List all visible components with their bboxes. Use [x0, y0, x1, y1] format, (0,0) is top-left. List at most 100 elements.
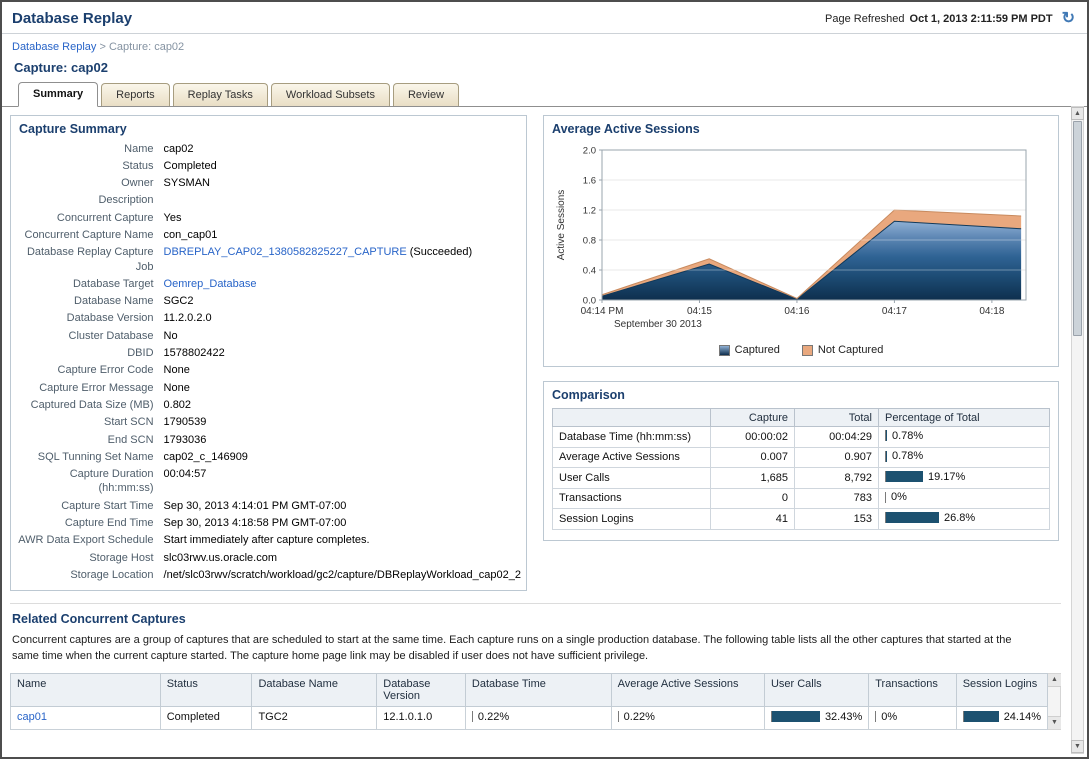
tab-reports[interactable]: Reports	[101, 83, 170, 106]
percentage-bar: 0.78%	[885, 450, 923, 462]
comparison-cell: Transactions	[553, 488, 711, 509]
svg-text:1.2: 1.2	[583, 206, 596, 217]
summary-row-database-target: Database TargetOemrep_Database	[11, 275, 526, 292]
table-scrollbar[interactable]: ▲ ▼	[1048, 673, 1061, 731]
field-value: cap02	[159, 140, 526, 157]
field-label: End SCN	[11, 431, 159, 448]
summary-row-capture-end-time: Capture End TimeSep 30, 2013 4:18:58 PM …	[11, 515, 526, 532]
field-value: None	[159, 362, 526, 379]
table-scrollbar-down-icon[interactable]: ▼	[1048, 716, 1061, 729]
related-col-average-active-sessions: Average Active Sessions	[611, 673, 764, 706]
comparison-panel: Comparison CaptureTotalPercentage of Tot…	[543, 381, 1059, 541]
summary-row-captured-data-size-mb: Captured Data Size (MB)0.802	[11, 396, 526, 413]
field-label: Database Name	[11, 293, 159, 310]
comparison-cell: 0.907	[795, 447, 879, 468]
field-value: 0.802	[159, 396, 526, 413]
comparison-row-session-logins: Session Logins4115326.8%	[553, 509, 1050, 530]
table-scrollbar-up-icon[interactable]: ▲	[1048, 674, 1061, 687]
capture-link-cap01[interactable]: cap01	[17, 711, 47, 723]
field-label: Capture Duration (hh:mm:ss)	[11, 466, 159, 498]
legend-swatch-not-captured-icon	[802, 345, 813, 356]
summary-row-capture-error-message: Capture Error MessageNone	[11, 379, 526, 396]
app-title: Database Replay	[12, 10, 132, 27]
comparison-col-percentage-of-total: Percentage of Total	[879, 409, 1050, 427]
percentage-bar: 19.17%	[885, 471, 965, 483]
related-col-database-version: Database Version	[377, 673, 466, 706]
related-col-name: Name	[11, 673, 161, 706]
field-value: /net/slc03rwv/scratch/workload/gc2/captu…	[159, 566, 526, 583]
field-label: Status	[11, 157, 159, 174]
summary-row-capture-start-time: Capture Start TimeSep 30, 2013 4:14:01 P…	[11, 497, 526, 514]
summary-row-name: Namecap02	[11, 140, 526, 157]
breadcrumb-link-database-replay[interactable]: Database Replay	[12, 41, 96, 53]
comparison-cell: 0.007	[711, 447, 795, 468]
field-value: Start immediately after capture complete…	[159, 532, 526, 549]
comparison-cell: 19.17%	[879, 468, 1050, 489]
field-value: Sep 30, 2013 4:14:01 PM GMT-07:00	[159, 497, 526, 514]
comparison-cell: User Calls	[553, 468, 711, 489]
field-value: Yes	[159, 209, 526, 226]
table-scrollbar-track[interactable]	[1048, 687, 1060, 717]
comparison-row-user-calls: User Calls1,6858,79219.17%	[553, 468, 1050, 489]
capture-summary-panel: Capture Summary Namecap02StatusCompleted…	[10, 115, 527, 591]
related-col-transactions: Transactions	[869, 673, 956, 706]
related-col-user-calls: User Calls	[764, 673, 868, 706]
average-active-sessions-chart: 0.00.40.81.21.62.004:14 PM04:1504:1604:1…	[552, 142, 1045, 336]
field-value	[159, 192, 526, 209]
refresh-icon[interactable]: ↻	[1062, 11, 1075, 27]
field-label: Concurrent Capture	[11, 209, 159, 226]
tab-workload-subsets[interactable]: Workload Subsets	[271, 83, 390, 106]
comparison-cell: 00:00:02	[711, 427, 795, 448]
average-active-sessions-panel: Average Active Sessions 0.00.40.81.21.62…	[543, 115, 1059, 367]
field-label: Storage Location	[11, 566, 159, 583]
scrollbar-thumb[interactable]	[1073, 121, 1082, 336]
field-label: Cluster Database	[11, 327, 159, 344]
summary-row-dbid: DBID1578802422	[11, 345, 526, 362]
comparison-col-capture: Capture	[711, 409, 795, 427]
field-label: Owner	[11, 175, 159, 192]
percentage-bar: 0.22%	[618, 711, 655, 723]
legend-swatch-captured-icon	[719, 345, 730, 356]
svg-text:04:17: 04:17	[882, 306, 907, 317]
comparison-row-average-active-sessions: Average Active Sessions0.0070.907 0.78%	[553, 447, 1050, 468]
capture-summary-title: Capture Summary	[11, 116, 526, 140]
average-active-sessions-title: Average Active Sessions	[544, 116, 1058, 140]
related-captures-table: NameStatusDatabase NameDatabase VersionD…	[10, 673, 1048, 731]
link-dbreplay-cap02-1380582825227-capture[interactable]: DBREPLAY_CAP02_1380582825227_CAPTURE	[164, 246, 407, 258]
scrollbar-up-icon[interactable]: ▲	[1071, 107, 1084, 120]
svg-text:2.0: 2.0	[583, 146, 596, 157]
related-col-database-time: Database Time	[465, 673, 611, 706]
capture-summary-table: Namecap02StatusCompletedOwnerSYSMANDescr…	[11, 140, 526, 584]
summary-row-status: StatusCompleted	[11, 157, 526, 174]
comparison-cell: Database Time (hh:mm:ss)	[553, 427, 711, 448]
field-value: 00:04:57	[159, 466, 526, 498]
summary-row-capture-error-code: Capture Error CodeNone	[11, 362, 526, 379]
tab-review[interactable]: Review	[393, 83, 459, 106]
percentage-bar: 0%	[875, 711, 897, 723]
comparison-cell: Average Active Sessions	[553, 447, 711, 468]
chart-legend: CapturedNot Captured	[552, 341, 1050, 362]
summary-row-end-scn: End SCN1793036	[11, 431, 526, 448]
field-label: SQL Tunning Set Name	[11, 448, 159, 465]
scrollbar-down-icon[interactable]: ▼	[1071, 740, 1084, 753]
comparison-cell: Session Logins	[553, 509, 711, 530]
page-scrollbar[interactable]: ▲ ▼	[1071, 106, 1084, 754]
breadcrumb-current: Capture: cap02	[109, 41, 184, 53]
content: Capture Summary Namecap02StatusCompleted…	[2, 107, 1087, 736]
field-label: Capture End Time	[11, 515, 159, 532]
field-label: Description	[11, 192, 159, 209]
comparison-cell: 0%	[879, 488, 1050, 509]
tab-summary[interactable]: Summary	[18, 82, 98, 107]
svg-text:04:15: 04:15	[687, 306, 712, 317]
related-col-session-logins: Session Logins	[956, 673, 1047, 706]
comparison-cell: 41	[711, 509, 795, 530]
field-value: 1578802422	[159, 345, 526, 362]
tab-replay-tasks[interactable]: Replay Tasks	[173, 83, 268, 106]
comparison-row-database-time-hh-mm-ss: Database Time (hh:mm:ss)00:00:0200:04:29…	[553, 427, 1050, 448]
svg-text:Active Sessions: Active Sessions	[556, 190, 567, 261]
svg-text:1.6: 1.6	[583, 176, 596, 187]
field-value: SYSMAN	[159, 175, 526, 192]
field-label: Name	[11, 140, 159, 157]
related-cell: 24.14%	[956, 706, 1047, 730]
link-oemrep-database[interactable]: Oemrep_Database	[164, 278, 257, 290]
